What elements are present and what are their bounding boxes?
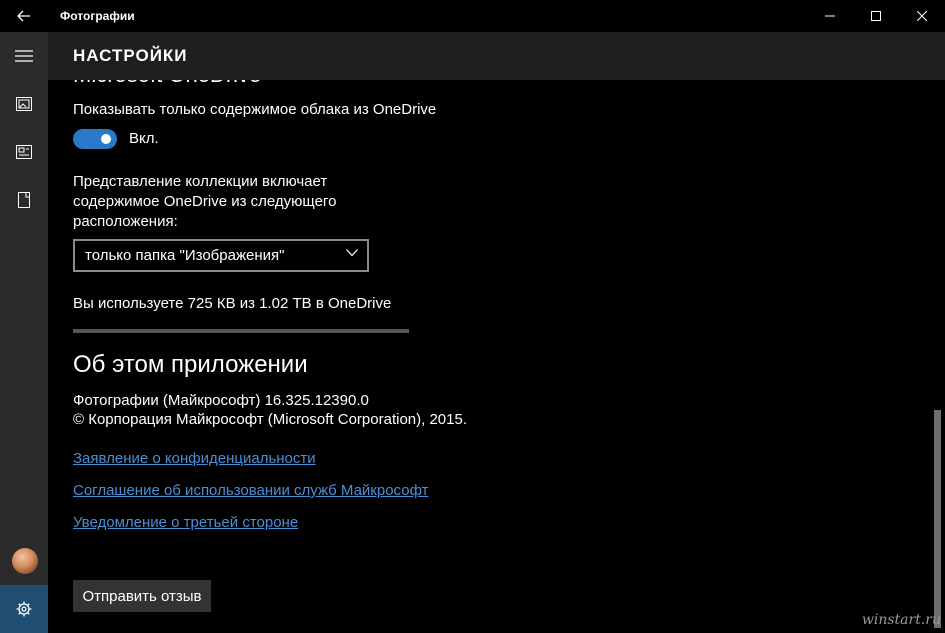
title-bar: Фотографии — [0, 0, 945, 32]
services-agreement-link[interactable]: Соглашение об использовании служб Майкро… — [73, 481, 428, 501]
cloud-only-toggle[interactable] — [73, 129, 117, 149]
about-section-title: Об этом приложении — [73, 351, 308, 378]
window-title: Фотографии — [60, 9, 135, 23]
onedrive-section-title: Microsoft OneDrive — [73, 80, 261, 88]
hamburger-icon — [15, 50, 33, 62]
storage-usage-text: Вы используете 725 КВ из 1.02 ТВ в OneDr… — [73, 295, 392, 312]
copyright-text: © Корпорация Майкрософт (Microsoft Corpo… — [73, 411, 467, 428]
albums-icon — [16, 145, 32, 159]
content-scrollbar[interactable] — [930, 80, 945, 633]
hamburger-menu-button[interactable] — [0, 32, 48, 80]
app-version: Фотографии (Майкрософт) 16.325.12390.0 — [73, 392, 369, 409]
window-controls — [807, 0, 945, 32]
avatar[interactable] — [12, 548, 38, 574]
minimize-icon — [825, 15, 835, 17]
page-header: НАСТРОЙКИ — [48, 32, 945, 80]
folders-icon — [18, 192, 30, 208]
toggle-state-label: Вкл. — [129, 130, 159, 147]
location-dropdown-value: только папка "Изображения" — [85, 247, 285, 264]
maximize-button[interactable] — [853, 0, 899, 32]
location-dropdown[interactable]: только папка "Изображения" — [73, 239, 369, 272]
nav-item-collection[interactable] — [0, 80, 48, 128]
close-icon — [917, 11, 927, 21]
settings-gear-icon — [16, 601, 32, 617]
maximize-icon — [871, 11, 881, 21]
scrollbar-thumb[interactable] — [934, 410, 941, 628]
nav-item-albums[interactable] — [0, 128, 48, 176]
settings-content: Microsoft OneDrive Показывать только сод… — [48, 80, 930, 633]
collection-icon — [16, 97, 32, 111]
close-button[interactable] — [899, 0, 945, 32]
third-party-notice-link[interactable]: Уведомление о третьей стороне — [73, 513, 298, 533]
send-feedback-button[interactable]: Отправить отзыв — [73, 580, 211, 612]
privacy-statement-link[interactable]: Заявление о конфиденциальности — [73, 449, 316, 469]
collection-label-line1: Представление коллекции включает — [73, 173, 328, 190]
storage-usage-bar — [73, 329, 409, 333]
nav-item-folders[interactable] — [0, 176, 48, 224]
watermark: winstart.ru — [861, 612, 941, 628]
page-title: НАСТРОЙКИ — [73, 46, 188, 65]
cloud-only-label: Показывать только содержимое облака из O… — [73, 101, 437, 118]
back-button[interactable] — [0, 0, 48, 32]
nav-item-settings[interactable] — [0, 585, 48, 633]
minimize-button[interactable] — [807, 0, 853, 32]
nav-rail — [0, 32, 48, 633]
collection-label-line2: содержимое OneDrive из следующего — [73, 193, 337, 210]
toggle-knob — [101, 134, 111, 144]
back-arrow-icon — [17, 10, 30, 22]
chevron-down-icon — [346, 249, 358, 257]
collection-label-line3: расположения: — [73, 213, 178, 230]
